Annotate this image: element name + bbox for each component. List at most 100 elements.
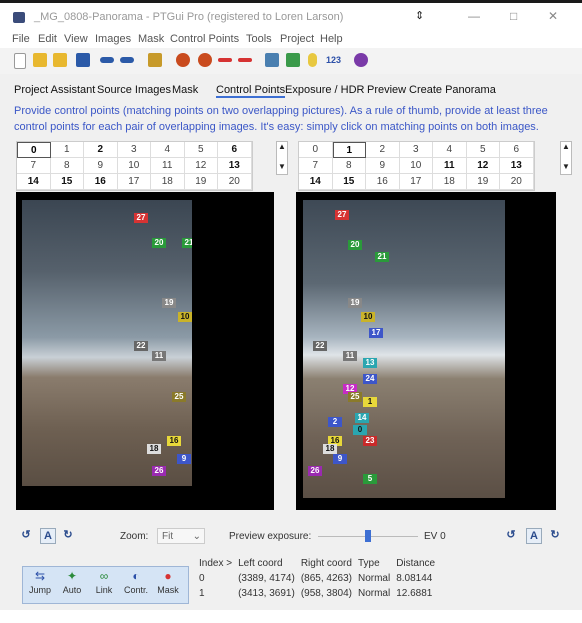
image-cell[interactable]: 18: [433, 174, 467, 190]
control-point-marker[interactable]: 21: [182, 238, 192, 248]
right-selector-scrollbar[interactable]: ▲ ▼: [560, 141, 572, 175]
image-cell[interactable]: 7: [299, 158, 333, 174]
zoom-select[interactable]: Fit ⌄: [157, 528, 205, 544]
image-cell[interactable]: 2: [84, 142, 118, 158]
control-point-marker[interactable]: 27: [335, 210, 349, 220]
col-right-coord[interactable]: Right coord: [301, 556, 358, 571]
image-cell[interactable]: 20: [500, 174, 534, 190]
control-point-marker[interactable]: 26: [152, 466, 166, 476]
redo-icon[interactable]: [120, 57, 134, 63]
image-cell[interactable]: 15: [332, 174, 366, 190]
col-index[interactable]: Index >: [199, 556, 238, 571]
previous-pair-icon[interactable]: [218, 58, 232, 62]
tab-preview[interactable]: Preview: [367, 84, 406, 96]
image-cell[interactable]: 14: [17, 174, 51, 190]
menu-view[interactable]: View: [64, 33, 88, 45]
control-point-marker[interactable]: 25: [172, 392, 186, 402]
image-cell[interactable]: 12: [466, 158, 500, 174]
optimizer-icon[interactable]: [148, 53, 162, 67]
mask-button[interactable]: ● Mask: [153, 569, 183, 595]
control-point-marker[interactable]: 25: [348, 392, 362, 402]
image-cell[interactable]: 13: [218, 158, 252, 174]
menu-help[interactable]: Help: [320, 33, 343, 45]
right-image-pane[interactable]: 27 20 21 19 10 17 22 11 13 24 12 25 1 2 14 0 16 23 18 9 26 5: [296, 192, 556, 510]
control-point-marker[interactable]: 2: [328, 417, 342, 427]
image-cell[interactable]: 11: [151, 158, 185, 174]
control-point-marker[interactable]: 27: [134, 213, 148, 223]
rotate-right-icon[interactable]: ↻: [548, 528, 562, 542]
open-folder-icon[interactable]: [33, 53, 47, 67]
control-point-marker[interactable]: 22: [313, 341, 327, 351]
control-point-marker[interactable]: 20: [152, 238, 166, 248]
image-cell[interactable]: 4: [433, 142, 467, 158]
col-type[interactable]: Type: [358, 556, 396, 571]
col-left-coord[interactable]: Left coord: [238, 556, 301, 571]
image-cell[interactable]: 9: [84, 158, 118, 174]
rotate-left-icon[interactable]: ↺: [19, 528, 33, 542]
image-cell[interactable]: 19: [466, 174, 500, 190]
tab-exposure-hdr[interactable]: Exposure / HDR: [285, 84, 364, 96]
image-cell[interactable]: 7: [17, 158, 51, 174]
control-point-marker[interactable]: 5: [363, 474, 377, 484]
right-source-image[interactable]: 27 20 21 19 10 17 22 11 13 24 12 25 1 2 14 0 16 23 18 9 26 5: [303, 200, 505, 498]
zoom-out-icon[interactable]: [198, 53, 212, 67]
control-point-marker[interactable]: 21: [375, 252, 389, 262]
tab-source-images[interactable]: Source Images: [97, 84, 171, 96]
control-point-marker[interactable]: 0: [353, 425, 367, 435]
add-images-icon[interactable]: [53, 53, 67, 67]
menu-edit[interactable]: Edit: [38, 33, 57, 45]
image-cell[interactable]: 5: [466, 142, 500, 158]
control-point-marker[interactable]: 23: [363, 436, 377, 446]
image-cell[interactable]: 0: [17, 142, 51, 158]
link-button[interactable]: ∞ Link: [89, 569, 119, 595]
table-row[interactable]: 1 (3413, 3691) (958, 3804) Normal 12.688…: [199, 586, 441, 601]
control-point-marker[interactable]: 18: [147, 444, 161, 454]
table-icon[interactable]: [286, 53, 300, 67]
jump-button[interactable]: ⇆ Jump: [25, 569, 55, 595]
image-cell[interactable]: 11: [433, 158, 467, 174]
control-point-marker[interactable]: 24: [363, 374, 377, 384]
control-point-marker[interactable]: 9: [177, 454, 191, 464]
resize-icon[interactable]: ⇕: [415, 9, 424, 22]
auto-button[interactable]: ✦ Auto: [57, 569, 87, 595]
control-point-marker[interactable]: 11: [343, 351, 357, 361]
image-cell[interactable]: 16: [366, 174, 400, 190]
maximize-button[interactable]: □: [510, 9, 517, 23]
image-cell[interactable]: 5: [184, 142, 218, 158]
rotate-left-icon[interactable]: ↺: [504, 528, 518, 542]
left-image-pane[interactable]: 272021191017221113241225121401623189265: [16, 192, 274, 510]
save-icon[interactable]: [76, 53, 90, 67]
control-point-marker[interactable]: 22: [134, 341, 148, 351]
tab-control-points[interactable]: Control Points: [216, 84, 286, 98]
image-cell[interactable]: 8: [332, 158, 366, 174]
image-cell[interactable]: 18: [151, 174, 185, 190]
control-point-marker[interactable]: 10: [178, 312, 192, 322]
menu-file[interactable]: File: [12, 33, 30, 45]
panorama-editor-icon[interactable]: [265, 53, 279, 67]
image-cell[interactable]: 19: [184, 174, 218, 190]
image-cell[interactable]: 16: [84, 174, 118, 190]
close-button[interactable]: ✕: [548, 9, 558, 23]
control-point-marker[interactable]: 19: [162, 298, 176, 308]
zoom-in-icon[interactable]: [176, 53, 190, 67]
contrast-button[interactable]: ◐ Contr.: [121, 569, 151, 595]
image-cell[interactable]: 12: [184, 158, 218, 174]
image-cell[interactable]: 0: [299, 142, 333, 158]
image-cell[interactable]: 3: [117, 142, 151, 158]
control-point-marker[interactable]: 17: [369, 328, 383, 338]
left-auto-button[interactable]: A: [40, 528, 56, 544]
image-cell[interactable]: 20: [218, 174, 252, 190]
exposure-slider-handle[interactable]: [365, 530, 371, 542]
control-point-marker[interactable]: 13: [363, 358, 377, 368]
undo-icon[interactable]: [100, 57, 114, 63]
tab-mask[interactable]: Mask: [172, 84, 198, 96]
image-cell[interactable]: 1: [50, 142, 84, 158]
image-cell[interactable]: 17: [117, 174, 151, 190]
control-point-marker[interactable]: 20: [348, 240, 362, 250]
col-distance[interactable]: Distance: [396, 556, 441, 571]
image-cell[interactable]: 1: [332, 142, 366, 158]
image-cell[interactable]: 13: [500, 158, 534, 174]
lightbulb-icon[interactable]: [308, 53, 317, 67]
new-project-icon[interactable]: [14, 53, 26, 69]
image-cell[interactable]: 2: [366, 142, 400, 158]
